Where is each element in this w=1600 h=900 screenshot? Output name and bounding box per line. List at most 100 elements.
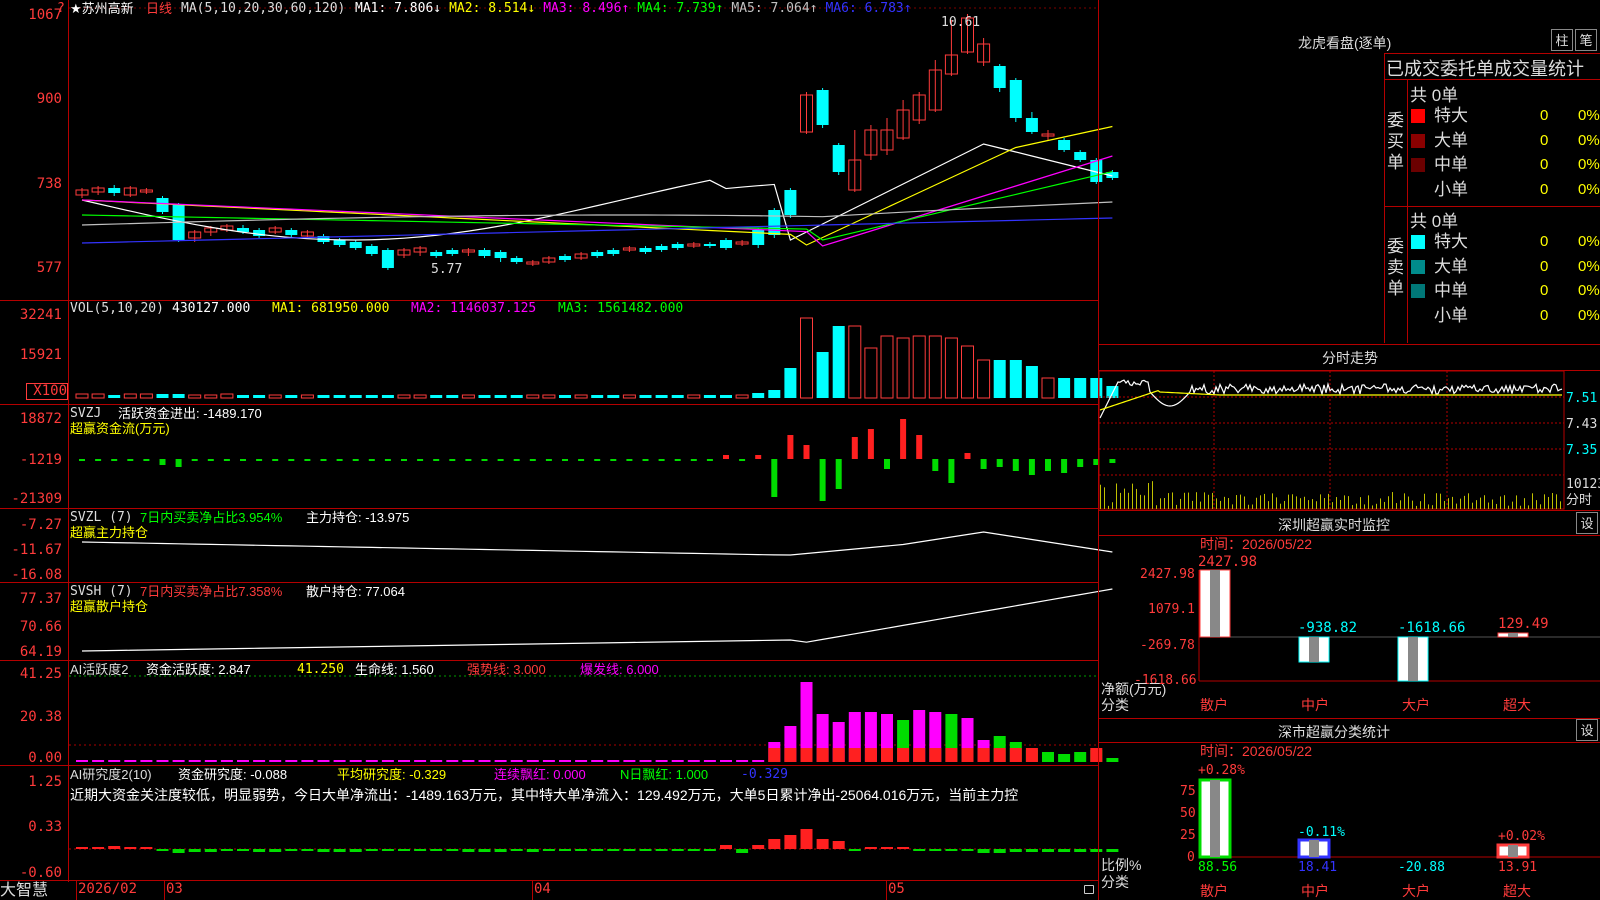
svsh-y-label: 64.19	[0, 645, 62, 660]
ai-active-bar	[92, 760, 104, 762]
stock-name[interactable]: ★苏州高新	[70, 1, 134, 16]
sell-row-name: 中单	[1434, 280, 1468, 302]
svzl-seven-day: 7日内买卖净占比3.954%	[140, 510, 282, 525]
ai-active-bar	[543, 760, 555, 762]
divider-vertical	[1098, 0, 1099, 900]
intraday-vol-bar	[1224, 497, 1225, 509]
intraday-vol-bar	[1336, 497, 1337, 509]
intraday-vol-bar	[1548, 497, 1549, 509]
intraday-vol-bar	[1252, 505, 1253, 509]
intraday-vol-bar	[1320, 494, 1321, 509]
period-label[interactable]: 日线	[146, 1, 172, 16]
volume-bar	[430, 395, 442, 398]
svzj-bar	[401, 459, 407, 461]
intraday-vol-bar	[1112, 502, 1113, 509]
ai-active-bar	[527, 760, 539, 762]
x-axis-label: 04	[534, 882, 551, 897]
sz-monitor-y-label: 2427.98	[1140, 567, 1195, 582]
ai-active-y-label: 20.38	[0, 710, 62, 725]
svzj-bar	[224, 459, 230, 461]
ai-active-bar	[269, 760, 281, 762]
volume-bar	[237, 395, 249, 398]
intraday-vol-bar	[1472, 503, 1473, 509]
tick-view-button[interactable]: 笔	[1575, 29, 1597, 51]
candle-body	[704, 244, 716, 246]
ai-research-bar	[382, 849, 394, 851]
sell-row-count: 0	[1540, 256, 1548, 278]
intraday-vol-bar	[1344, 495, 1345, 509]
intraday-vol-bar	[1552, 493, 1553, 509]
svzl-y-label: -16.08	[0, 568, 62, 583]
ai-research-bar	[720, 845, 732, 849]
ai-research-bar	[285, 849, 297, 851]
svzj-bar	[385, 459, 391, 461]
ai-active-y-label: 0.00	[0, 751, 62, 766]
intraday-vol-bar	[1452, 497, 1453, 509]
volume-bar	[672, 395, 684, 398]
ai-active-bar	[720, 760, 732, 762]
volume-bar	[1042, 378, 1054, 398]
svzj-y-label: 18872	[0, 412, 62, 427]
intraday-vol-bar	[1424, 494, 1425, 509]
volume-bar	[1026, 366, 1038, 398]
ai-active-y-label: 41.25	[0, 667, 62, 682]
volume-bar	[768, 390, 780, 398]
svsh-hold: 散户持仓: 77.064	[306, 584, 405, 599]
buy-color-swatch	[1411, 134, 1425, 148]
svzj-bar	[143, 459, 149, 461]
intraday-vol-bar	[1544, 494, 1545, 509]
intraday-vol-bar	[1504, 495, 1505, 509]
intraday-vol-bar	[1296, 496, 1297, 509]
sz-monitor-settings-button[interactable]: 设	[1576, 512, 1598, 534]
candle-body	[833, 145, 845, 172]
intraday-vol-bar	[1540, 504, 1541, 509]
ai-active-bar	[221, 760, 233, 762]
svzj-bar	[240, 459, 246, 461]
candle-body	[334, 240, 346, 245]
ai-active-bar-base	[881, 748, 893, 762]
intraday-vol-bar	[1512, 502, 1513, 509]
candle-body	[366, 246, 378, 254]
buy-color-swatch	[1411, 109, 1425, 123]
intraday-vol-bar	[1324, 498, 1325, 509]
stats-tab[interactable]: 已成交委托单成交量统计	[1386, 55, 1584, 81]
intraday-vol-bar	[1516, 495, 1517, 509]
ai-active-bar	[752, 760, 764, 762]
intraday-vol-bar	[1176, 505, 1177, 509]
intraday-vol-bar	[1108, 506, 1109, 509]
intraday-vol-bar	[1272, 493, 1273, 509]
volume-bar	[205, 395, 217, 398]
intraday-vol-bar	[1236, 495, 1237, 509]
volume-bar	[221, 394, 233, 398]
svzj-bar	[1013, 459, 1019, 471]
bar-view-button[interactable]: 柱	[1551, 29, 1573, 51]
lock-icon[interactable]	[1084, 885, 1094, 894]
buy-row-name: 大单	[1434, 130, 1468, 152]
sz-monitor-category: 散户	[1200, 698, 1228, 713]
svzj-bar	[514, 459, 520, 461]
intraday-vol-bar	[1148, 483, 1149, 509]
ai-active-bar	[479, 760, 491, 762]
sz-monitor-category: 超大	[1503, 698, 1531, 713]
sell-color-swatch	[1411, 284, 1425, 298]
svzj-bar	[433, 459, 439, 461]
sz-classify-settings-button[interactable]: 设	[1576, 719, 1598, 741]
intraday-vol-bar	[1416, 506, 1417, 509]
volume-bar	[640, 395, 652, 398]
intraday-vol-bar	[1288, 495, 1289, 509]
ai-research-bar	[1106, 849, 1118, 852]
ai-research-bar	[833, 841, 845, 849]
low-price-label: 5.77	[431, 262, 462, 277]
volume-bar	[479, 395, 491, 398]
intraday-vol-bar	[1256, 498, 1257, 509]
buy-total: 共 0单	[1410, 81, 1458, 106]
volume-bar	[189, 395, 201, 398]
intraday-vol-bar	[1196, 492, 1197, 509]
volume-bar	[962, 346, 974, 398]
ai-research-bar	[656, 849, 668, 851]
volume-bar	[92, 394, 104, 398]
intraday-y-label: 7.43	[1566, 417, 1597, 432]
divider	[1407, 79, 1408, 343]
ai-research-bar	[237, 849, 249, 851]
svzl-title: SVZL (7)	[70, 510, 133, 525]
